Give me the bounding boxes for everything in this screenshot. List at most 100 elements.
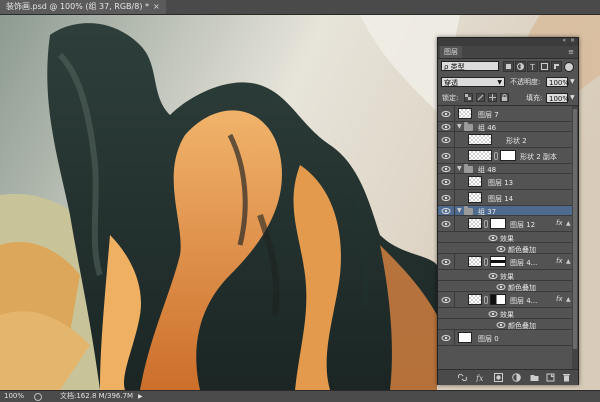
tab-layers[interactable]: 图层 [440, 46, 462, 58]
fill-label: 填充: [526, 94, 543, 102]
status-menu-arrow-icon[interactable]: ▶ [138, 391, 143, 402]
layer-row[interactable]: 图层 12 fx ▲ [438, 216, 572, 232]
zoom-level[interactable]: 100% [4, 391, 24, 402]
layer-row[interactable]: 图层 13 [438, 174, 572, 190]
group-row[interactable]: ▼ 组 46 [438, 122, 572, 132]
effect-row[interactable]: 颜色叠加 [438, 243, 572, 254]
new-layer-icon[interactable] [546, 373, 555, 382]
document-tab[interactable]: 装饰画.psd @ 100% (组 37, RGB/8) * × [0, 0, 166, 14]
visibility-eye-icon[interactable] [441, 207, 451, 215]
effect-row[interactable]: 颜色叠加 [438, 319, 572, 330]
layer-row[interactable]: 图层 14 [438, 190, 572, 206]
blend-mode-select[interactable]: 穿透 ▼ [441, 77, 505, 87]
group-expand-chevron-icon[interactable]: ▼ [457, 207, 462, 214]
chain-link-icon[interactable] [484, 220, 488, 228]
group-row[interactable]: ▼ 组 48 [438, 164, 572, 174]
chain-link-icon[interactable] [494, 152, 498, 160]
pixel-filter-icon[interactable] [503, 61, 514, 72]
layer-mask-thumbnail[interactable] [500, 150, 516, 161]
adjustment-layer-icon[interactable] [512, 373, 521, 382]
effects-row[interactable]: 效果 [438, 232, 572, 243]
link-layers-icon[interactable] [458, 373, 467, 382]
scrollbar-thumb[interactable] [573, 109, 577, 349]
layer-mask-thumbnail[interactable] [490, 256, 506, 267]
visibility-eye-icon[interactable] [441, 110, 451, 118]
layer-name[interactable]: 图层 0 [478, 334, 499, 344]
adjustment-filter-icon[interactable] [515, 61, 526, 72]
panel-title-bar[interactable]: « × [438, 37, 578, 46]
layer-effects-icon[interactable]: fx [556, 257, 563, 265]
visibility-eye-icon[interactable] [441, 178, 451, 186]
layers-scrollbar[interactable] [572, 106, 578, 369]
panel-tab-row: 图层 ≡ [438, 46, 578, 59]
effect-row[interactable]: 颜色叠加 [438, 281, 572, 292]
layer-row[interactable]: 图层 4... fx ▲ [438, 292, 572, 308]
effects-expand-chevron-icon[interactable]: ▲ [566, 220, 571, 227]
shape-filter-icon[interactable] [539, 61, 550, 72]
layer-name[interactable]: 图层 14 [488, 194, 513, 204]
add-mask-icon[interactable] [494, 373, 503, 382]
layer-effects-icon[interactable]: fx [556, 295, 563, 303]
effects-visibility-eye-icon[interactable] [488, 310, 498, 318]
chain-link-icon[interactable] [484, 296, 488, 304]
layer-name[interactable]: 图层 4... [510, 258, 537, 268]
lock-transparent-pixels-icon[interactable] [464, 93, 473, 102]
layer-effects-icon[interactable]: fx [556, 219, 563, 227]
collapse-panel-icon[interactable]: « [562, 37, 566, 44]
group-expand-chevron-icon[interactable]: ▼ [457, 165, 462, 172]
visibility-eye-icon[interactable] [441, 194, 451, 202]
layer-name[interactable]: 形状 2 [506, 136, 527, 146]
layer-mask-thumbnail[interactable] [490, 294, 506, 305]
opacity-input[interactable]: 100% [546, 77, 569, 87]
lock-image-pixels-icon[interactable] [476, 93, 485, 102]
delete-layer-icon[interactable] [562, 373, 571, 382]
layer-name[interactable]: 图层 13 [488, 178, 513, 188]
visibility-eye-icon[interactable] [441, 258, 451, 266]
layer-name[interactable]: 图层 4... [510, 296, 537, 306]
layer-name[interactable]: 图层 12 [510, 220, 535, 230]
layer-name[interactable]: 图层 7 [478, 110, 499, 120]
visibility-eye-icon[interactable] [441, 334, 451, 342]
layer-mask-thumbnail[interactable] [490, 218, 506, 229]
group-expand-chevron-icon[interactable]: ▼ [457, 123, 462, 130]
visibility-eye-icon[interactable] [441, 165, 451, 173]
add-style-icon[interactable]: fx [476, 373, 485, 382]
smart-object-filter-icon[interactable] [551, 61, 562, 72]
visibility-eye-icon[interactable] [441, 136, 451, 144]
layer-thumbnail [468, 192, 482, 203]
layer-row[interactable]: 图层 4... fx ▲ [438, 254, 572, 270]
visibility-eye-icon[interactable] [441, 220, 451, 228]
layer-row[interactable]: 形状 2 [438, 132, 572, 148]
fill-input[interactable]: 100% [546, 93, 569, 103]
layer-name[interactable]: 形状 2 副本 [520, 152, 557, 162]
panel-menu-icon[interactable]: ≡ [568, 46, 574, 58]
opacity-slider-arrow-icon[interactable]: ▼ [570, 76, 575, 88]
fill-slider-arrow-icon[interactable]: ▼ [570, 92, 575, 104]
layer-row[interactable]: 图层 7 [438, 106, 572, 122]
lock-all-icon[interactable] [500, 93, 509, 102]
group-row-selected[interactable]: ▼ 组 37 [438, 206, 572, 216]
visibility-eye-icon[interactable] [441, 296, 451, 304]
filter-kind-select[interactable]: ρ 类型 [441, 61, 499, 71]
effects-visibility-eye-icon[interactable] [488, 234, 498, 242]
chain-link-icon[interactable] [484, 258, 488, 266]
layer-row[interactable]: 形状 2 副本 [438, 148, 572, 164]
effects-visibility-eye-icon[interactable] [488, 272, 498, 280]
effect-visibility-eye-icon[interactable] [496, 321, 506, 329]
effects-row[interactable]: 效果 [438, 308, 572, 319]
layer-row[interactable]: 图层 0 [438, 330, 572, 346]
new-group-icon[interactable] [530, 373, 539, 382]
effects-row[interactable]: 效果 [438, 270, 572, 281]
close-panel-icon[interactable]: × [570, 37, 575, 44]
lock-position-icon[interactable] [488, 93, 497, 102]
effects-expand-chevron-icon[interactable]: ▲ [566, 296, 571, 303]
filter-toggle[interactable] [564, 62, 574, 72]
close-tab-icon[interactable]: × [153, 2, 160, 11]
visibility-eye-icon[interactable] [441, 123, 451, 131]
type-filter-icon[interactable]: T [527, 61, 538, 72]
visibility-eye-icon[interactable] [441, 152, 451, 160]
info-icon[interactable] [34, 393, 42, 401]
effects-expand-chevron-icon[interactable]: ▲ [566, 258, 571, 265]
effect-visibility-eye-icon[interactable] [496, 283, 506, 291]
effect-visibility-eye-icon[interactable] [496, 245, 506, 253]
